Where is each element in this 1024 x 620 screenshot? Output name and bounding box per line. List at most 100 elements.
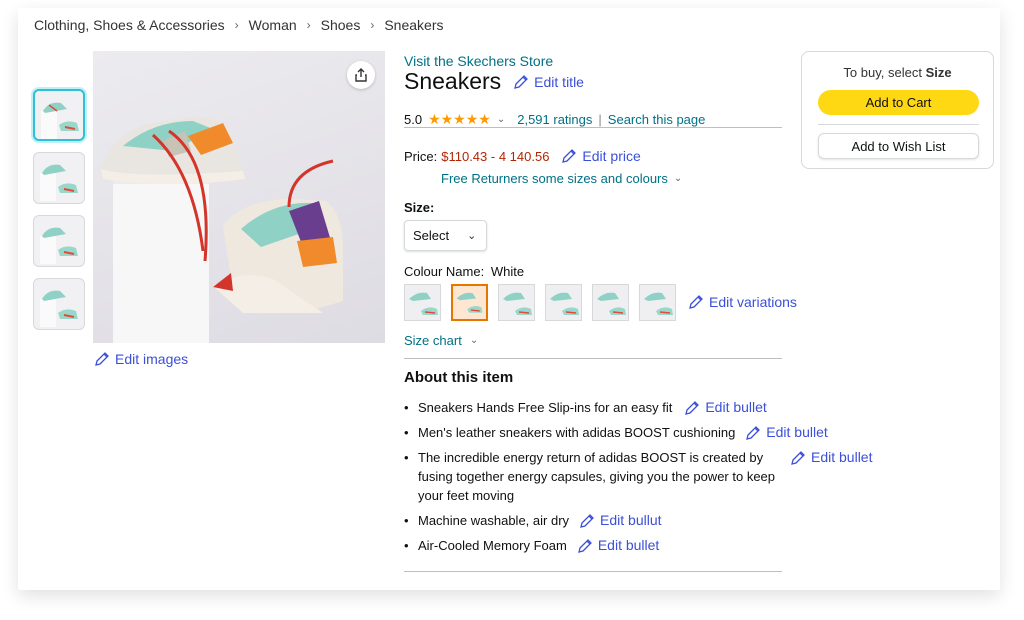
- bullet-dot: •: [404, 400, 409, 415]
- bullet-dot: •: [404, 538, 409, 553]
- thumbnail-image-1[interactable]: [33, 89, 85, 141]
- bullet-text: The incredible energy return of adidas B…: [418, 450, 776, 503]
- size-select[interactable]: Select ⌄: [404, 220, 487, 251]
- pencil-icon: [514, 74, 529, 89]
- buy-hint-size: Size: [925, 65, 952, 80]
- chevron-down-icon: ⌄: [673, 173, 683, 184]
- size-chart-label: Size chart: [404, 333, 462, 348]
- breadcrumb: Clothing, Shoes & Accessories › Woman › …: [34, 17, 444, 33]
- divider: [404, 127, 782, 128]
- breadcrumb-item-clothing[interactable]: Clothing, Shoes & Accessories: [34, 17, 225, 33]
- pencil-icon: [562, 149, 577, 163]
- edit-title-label: Edit title: [534, 73, 584, 90]
- pencil-icon: [580, 513, 594, 528]
- bullet-item: • Men's leather sneakers with adidas BOO…: [404, 423, 828, 442]
- pencil-icon: [791, 450, 805, 465]
- colour-value: White: [490, 264, 525, 279]
- thumbnail-image-3[interactable]: [33, 215, 85, 267]
- colour-swatch-1[interactable]: [404, 284, 441, 321]
- bullet-item: • Air-Cooled Memory Foam Edit bullet: [404, 536, 659, 555]
- share-icon: [355, 68, 367, 82]
- ratings-count-link[interactable]: 2,591 ratings: [517, 112, 592, 127]
- bullet-item: • Sneakers Hands Free Slip-ins for an ea…: [404, 398, 767, 417]
- colour-swatch-2[interactable]: [451, 284, 488, 321]
- colour-label-row: Colour Name: White: [404, 264, 524, 279]
- pencil-icon: [685, 400, 700, 415]
- size-select-value: Select: [413, 228, 450, 243]
- edit-bullet-label: Edit bullut: [600, 512, 662, 528]
- colour-swatch-6[interactable]: [639, 284, 676, 321]
- edit-price-label: Edit price: [582, 148, 641, 164]
- thumbnail-image-4[interactable]: [33, 278, 85, 330]
- divider: [404, 571, 782, 572]
- buy-hint-text: To buy, select: [843, 65, 926, 80]
- chevron-down-icon[interactable]: ⌄: [497, 114, 505, 125]
- edit-bullet-label: Edit bullet: [597, 537, 660, 553]
- share-button[interactable]: [347, 61, 375, 89]
- chevron-right-icon: ›: [234, 18, 239, 32]
- bullet-item: • The incredible energy return of adidas…: [404, 448, 872, 505]
- price-value: $110.43 - 4 140.56: [441, 148, 550, 164]
- edit-variations-link[interactable]: Edit variations: [688, 294, 797, 310]
- edit-variations-label: Edit variations: [709, 294, 797, 310]
- edit-bullet-link[interactable]: Edit bullet: [745, 423, 828, 442]
- bullet-item: • Machine washable, air dry Edit bullut: [404, 511, 662, 530]
- edit-bullet-link[interactable]: Edit bullut: [579, 511, 662, 530]
- chevron-down-icon: ⌄: [467, 230, 477, 242]
- colour-label: Colour Name:: [404, 264, 485, 279]
- edit-images-link[interactable]: Edit images: [94, 351, 188, 367]
- bullet-text: Men's leather sneakers with adidas BOOST…: [418, 425, 736, 440]
- edit-price-link[interactable]: Edit price: [561, 148, 641, 164]
- bullet-text: Air-Cooled Memory Foam: [418, 538, 567, 553]
- edit-bullet-label: Edit bullet: [811, 449, 873, 465]
- colour-swatch-4[interactable]: [545, 284, 582, 321]
- add-to-wish-list-button[interactable]: Add to Wish List: [818, 133, 979, 159]
- breadcrumb-item-woman[interactable]: Woman: [249, 17, 297, 33]
- main-product-image[interactable]: [93, 51, 385, 343]
- buy-hint: To buy, select Size: [802, 65, 993, 80]
- add-to-cart-button[interactable]: Add to Cart: [818, 90, 979, 115]
- price-row: Price: $110.43 - 4 140.56 Edit price: [404, 148, 641, 164]
- edit-bullet-label: Edit bullet: [766, 424, 828, 440]
- chevron-right-icon: ›: [306, 18, 311, 32]
- bullet-text: Sneakers Hands Free Slip-ins for an easy…: [418, 400, 673, 415]
- buy-box: To buy, select Size Add to Cart Add to W…: [801, 51, 994, 169]
- store-link[interactable]: Visit the Skechers Store: [404, 53, 553, 69]
- edit-bullet-link[interactable]: Edit bullet: [790, 448, 872, 467]
- bullet-dot: •: [404, 450, 409, 465]
- rating-value: 5.0: [404, 112, 423, 127]
- pencil-icon: [577, 538, 592, 553]
- divider: [818, 124, 979, 125]
- about-title: About this item: [404, 369, 514, 386]
- returns-text: Free Returners some sizes and colours: [441, 171, 668, 186]
- edit-bullet-link[interactable]: Edit bullet: [684, 398, 767, 417]
- rating-row: 5.0 ★★★★★ ⌄ 2,591 ratings | Search this …: [404, 111, 705, 128]
- thumbnail-image-2[interactable]: [33, 152, 85, 204]
- edit-images-label: Edit images: [115, 351, 189, 367]
- returns-link[interactable]: Free Returners some sizes and colours ⌄: [441, 171, 682, 186]
- pencil-icon: [746, 425, 761, 440]
- bullet-dot: •: [404, 425, 409, 440]
- size-label: Size:: [404, 200, 435, 215]
- product-title: Sneakers: [404, 68, 502, 94]
- edit-bullet-label: Edit bullet: [705, 399, 767, 415]
- colour-swatch-3[interactable]: [498, 284, 535, 321]
- star-rating-icon[interactable]: ★★★★★: [428, 111, 491, 128]
- price-label: Price:: [404, 148, 438, 164]
- pencil-icon: [95, 352, 109, 366]
- breadcrumb-item-shoes[interactable]: Shoes: [321, 17, 361, 33]
- colour-swatch-5[interactable]: [592, 284, 629, 321]
- edit-bullet-link[interactable]: Edit bullet: [577, 536, 659, 555]
- chevron-right-icon: ›: [370, 18, 375, 32]
- size-chart-link[interactable]: Size chart ⌄: [404, 333, 478, 348]
- breadcrumb-item-sneakers[interactable]: Sneakers: [384, 17, 443, 33]
- bullet-dot: •: [404, 513, 409, 528]
- bullet-text: Machine washable, air dry: [418, 513, 570, 528]
- divider: [404, 358, 782, 359]
- search-page-link[interactable]: Search this page: [608, 112, 706, 127]
- product-title-row: Sneakers Edit title: [404, 68, 584, 95]
- sneakers-illustration: [101, 116, 343, 343]
- pencil-icon: [689, 295, 703, 309]
- chevron-down-icon: ⌄: [469, 335, 479, 346]
- edit-title-link[interactable]: Edit title: [513, 74, 584, 90]
